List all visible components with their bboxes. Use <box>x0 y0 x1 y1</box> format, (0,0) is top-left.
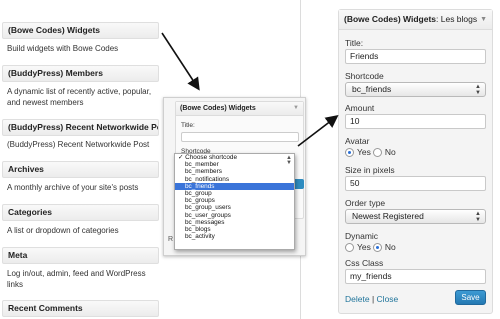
pointer-arrow-icon <box>161 32 200 91</box>
pointer-arrow-icon <box>297 115 339 147</box>
annotation-arrows <box>161 32 339 147</box>
